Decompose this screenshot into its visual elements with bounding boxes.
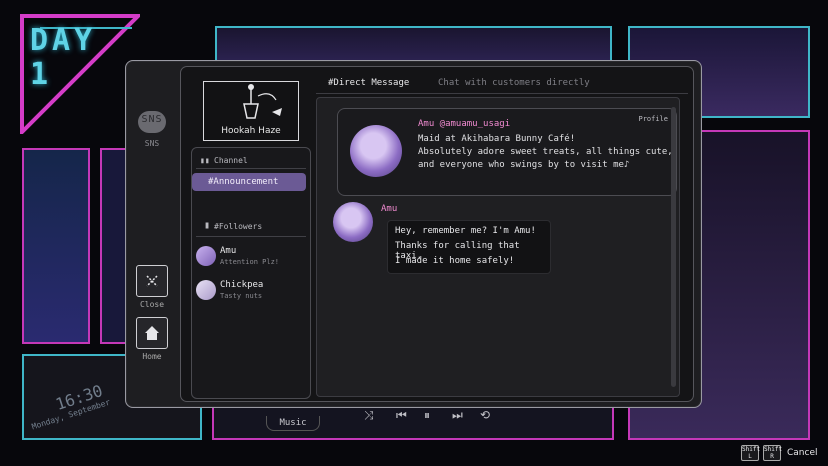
message-line: I made it home safely! [395,256,515,266]
music-player: Music ⤨ ⏮ ⏸ ⏭ ⟲ [266,400,506,431]
close-icon [146,275,158,287]
shuffle-icon[interactable]: ⤨ [364,408,374,423]
profile-bio: Maid at Akihabara Bunny Café! Absolutely… [418,134,673,170]
home-button[interactable] [136,317,168,349]
dm-subtitle: Chat with customers directly [438,78,590,88]
message-line: Hey, remember me? I'm Amu! [395,226,536,236]
music-label[interactable]: Music [266,416,320,431]
channel-list-panel: ▮▮ Channel #Announcement ▮ #Followers Am… [191,147,311,399]
avatar [196,246,216,266]
profile-card: Amu @amuamu_usagi Maid at Akihabara Bunn… [337,108,677,196]
avatar [350,125,402,177]
sns-label: SNS [144,139,160,148]
dm-title: #Direct Message [328,78,410,88]
sns-nav-item[interactable]: SNS SNS [136,111,168,148]
shop-logo: Hookah Haze [203,81,299,141]
shift-l-key: Shift L [741,445,761,461]
day-label: DAY 1 [30,23,97,92]
avatar [333,202,373,242]
message-bubble: Hey, remember me? I'm Amu! Thanks for ca… [387,220,551,274]
neon-panel-top [215,26,612,64]
shift-r-key: Shift R [763,445,783,461]
message-sender: Amu [381,204,398,214]
divider [196,236,306,237]
previous-icon[interactable]: ⏮ [396,408,407,423]
dm-conversation[interactable]: Amu @amuamu_usagi Maid at Akihabara Bunn… [316,97,680,397]
follower-item-amu[interactable]: Amu Attention Plz! [196,246,306,270]
follower-status: Tasty nuts [220,292,263,300]
close-button[interactable] [136,265,168,297]
sns-app-window: SNS SNS Close Home Hookah Haze ▮▮ Channe… [125,60,702,408]
channel-header: Channel [214,156,248,165]
home-icon [145,326,159,340]
next-icon[interactable]: ⏭ [452,408,463,423]
avatar [196,280,216,300]
pause-icon[interactable]: ⏸ [424,408,430,423]
scrollbar[interactable] [671,107,676,387]
follower-status: Attention Plz! [220,258,280,266]
follower-name: Chickpea [220,280,264,290]
profile-link[interactable]: Profile [638,115,668,123]
cancel-label[interactable]: Cancel [787,448,818,458]
side-rail: SNS SNS Close Home [126,61,178,407]
sns-icon: SNS [138,111,166,133]
divider [196,168,306,169]
follower-item-chickpea[interactable]: Chickpea Tasty nuts [196,280,306,304]
channel-icon: ▮▮ [200,156,210,165]
dm-header: #Direct Message Chat with customers dire… [316,75,688,94]
repeat-icon[interactable]: ⟲ [480,408,490,422]
person-icon: ▮ [204,220,211,231]
shop-name: Hookah Haze [221,126,281,136]
close-label: Close [139,300,165,309]
hookah-icon [243,84,282,119]
close-nav-item[interactable]: Close [136,265,168,309]
neon-panel-left-aquarium [22,148,90,344]
follower-name: Amu [220,246,237,256]
home-nav-item[interactable]: Home [136,317,168,361]
home-label: Home [142,352,162,361]
app-inner-panel: Hookah Haze ▮▮ Channel #Announcement ▮ #… [180,66,694,402]
followers-header: #Followers [214,222,263,231]
channel-item-announcement[interactable]: #Announcement [192,173,306,191]
profile-handle: Amu @amuamu_usagi [418,119,511,129]
